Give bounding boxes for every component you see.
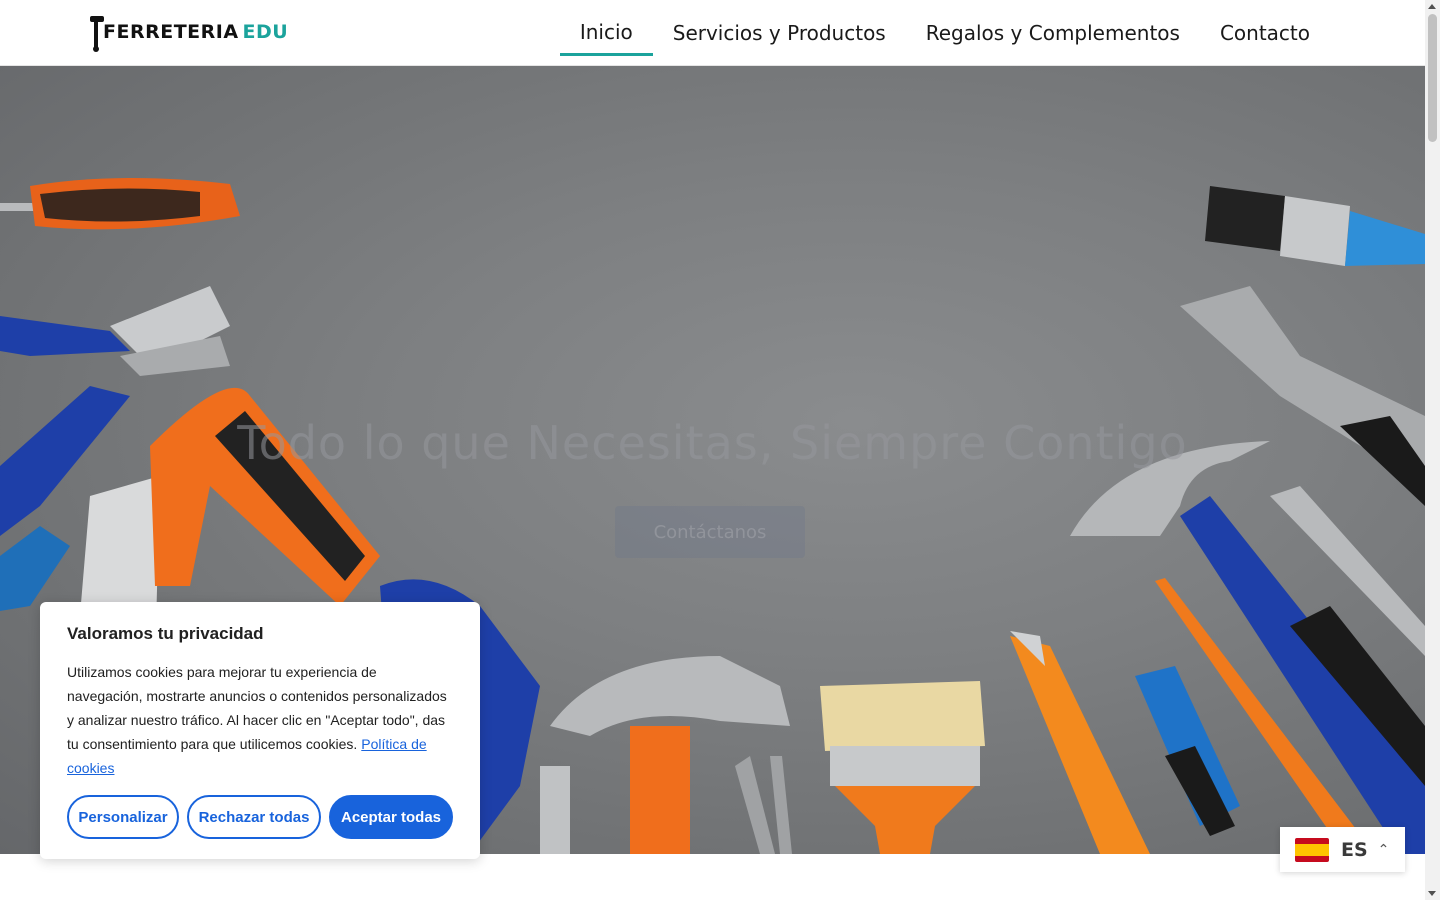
scroll-thumb[interactable] [1428,14,1437,142]
cookie-description: Utilizamos cookies para mejorar tu exper… [67,660,453,780]
site-header: FERRETERIA EDU Inicio Servicios y Product… [0,0,1425,66]
needle-pliers-image [735,756,792,854]
cookie-buttons: Personalizar Rechazar todas Aceptar toda… [67,795,453,839]
logo-accent-text: EDU [242,21,289,43]
nav-item-servicios[interactable]: Servicios y Productos [653,10,906,56]
reject-all-button[interactable]: Rechazar todas [187,795,321,839]
customize-button[interactable]: Personalizar [67,795,179,839]
page-scrollbar[interactable] [1425,0,1440,900]
nav-item-regalos[interactable]: Regalos y Complementos [906,10,1200,56]
paint-brush-bottom-image [820,681,985,854]
nav-item-contacto[interactable]: Contacto [1200,10,1330,56]
scroll-down-arrow-icon[interactable] [1428,891,1436,896]
hero-title: Todo lo que Necesitas, Siempre Contigo [237,416,1188,470]
screwdriver-image [0,177,240,230]
paint-brush-top-image [1205,186,1425,266]
chevron-up-icon: ⌃ [1377,841,1390,858]
small-screwdriver-image [0,526,70,611]
accept-all-button[interactable]: Aceptar todas [329,795,453,839]
utility-knife-image [1010,631,1150,854]
logo-text: FERRETERIA EDU [103,21,288,43]
hammer-right-image [1070,441,1425,854]
language-switcher[interactable]: ES ⌃ [1280,827,1405,872]
pipe-wrench-image [1180,286,1425,506]
scroll-up-arrow-icon[interactable] [1428,4,1436,9]
language-code: ES [1341,838,1368,861]
site-logo[interactable]: FERRETERIA EDU [88,12,288,52]
hero-contact-button[interactable]: Contáctanos [615,506,805,558]
main-nav: Inicio Servicios y Productos Regalos y C… [559,10,1330,56]
spain-flag-icon [1295,837,1329,862]
cookie-consent-banner: Valoramos tu privacidad Utilizamos cooki… [40,602,480,859]
nav-item-inicio[interactable]: Inicio [559,10,653,56]
cookie-title: Valoramos tu privacidad [67,624,264,643]
blue-screwdriver-image [1135,666,1240,836]
logo-main-text: FERRETERIA [103,21,239,43]
